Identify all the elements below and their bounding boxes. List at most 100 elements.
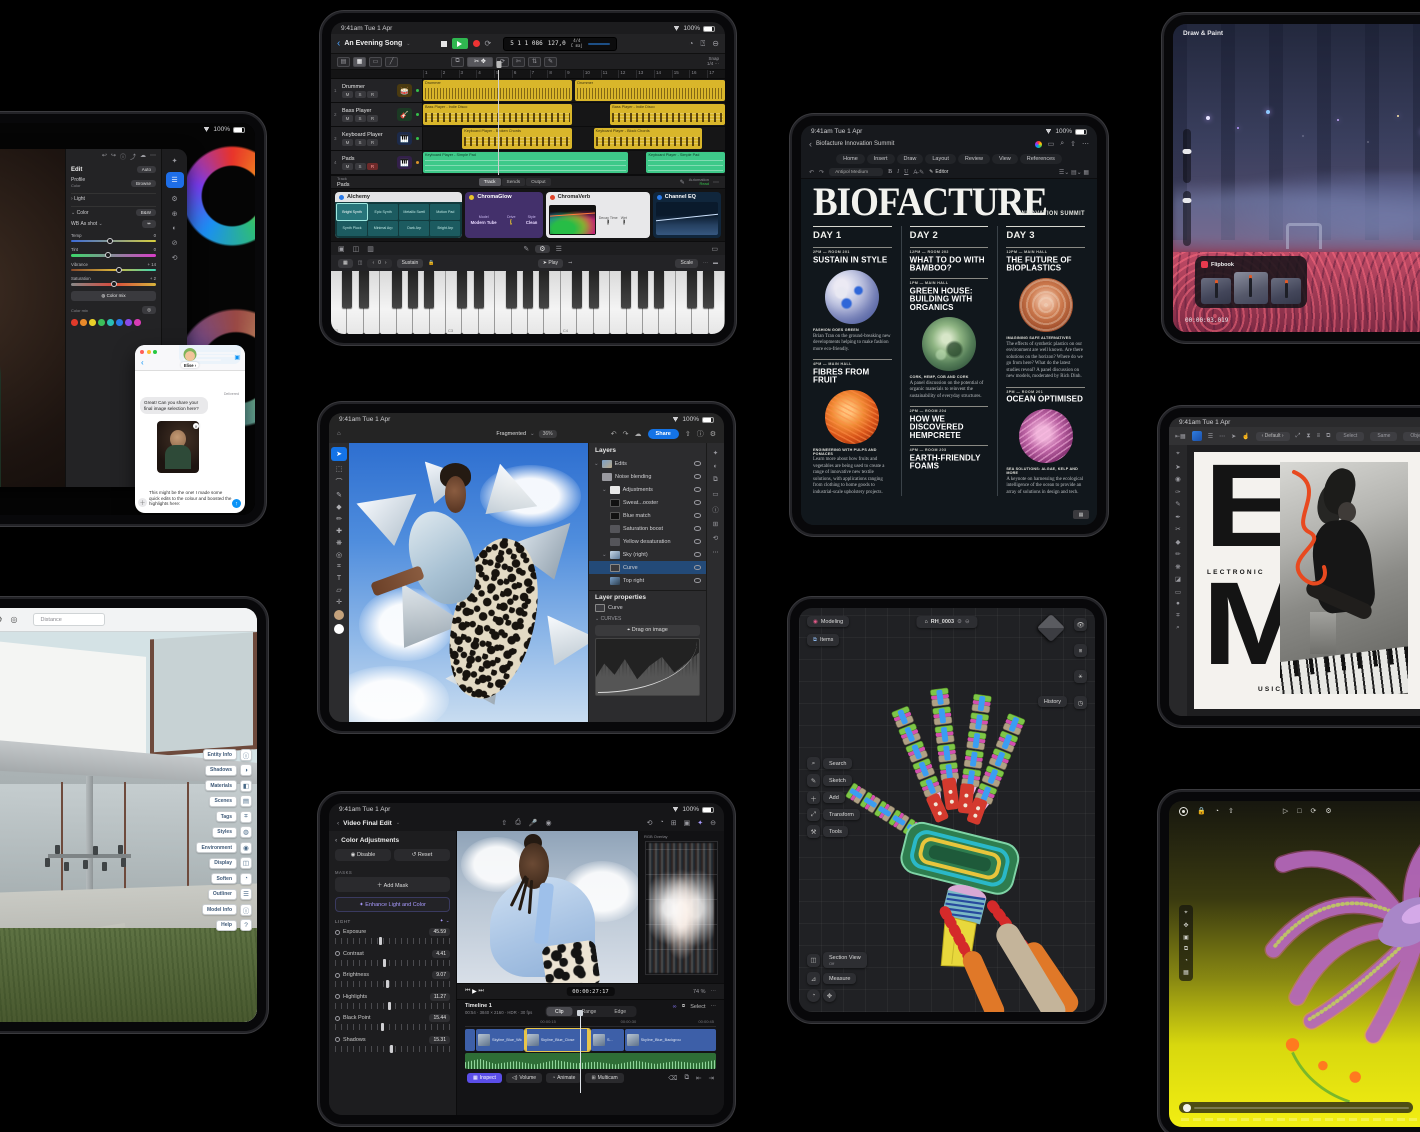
layer-visibility-icon[interactable] <box>694 526 701 531</box>
decay-knob[interactable] <box>607 219 609 225</box>
info-icon[interactable]: ⓘ <box>697 429 704 439</box>
piano-black-key[interactable] <box>408 271 418 308</box>
play-icon[interactable]: ▷ <box>1283 807 1288 815</box>
piano-black-key[interactable] <box>523 271 533 308</box>
alchemy-preset[interactable]: Metallic Swell <box>399 204 429 220</box>
project-title[interactable]: Video Final Edit <box>343 820 392 827</box>
crop-tool[interactable]: ⌗ <box>337 563 341 571</box>
pan-icon[interactable]: ✥ <box>823 989 836 1002</box>
menu-icon[interactable]: ☰ <box>1208 433 1213 440</box>
menu-icon[interactable]: ▬ <box>713 260 718 266</box>
ribbon-tab[interactable]: Home <box>836 154 865 164</box>
video-clip[interactable]: S... <box>591 1029 624 1051</box>
panel-button[interactable]: Tags ⌗ <box>216 811 252 823</box>
history-clock-icon[interactable]: ◷ <box>1074 696 1087 709</box>
share-icon[interactable]: ⇧ <box>1228 807 1234 815</box>
prev-frame-icon[interactable]: ⏮ <box>465 988 470 995</box>
lcd-display[interactable]: 5 1 1 086 127,0 4/4C maj <box>503 37 617 51</box>
transform-tool[interactable]: ⬚ <box>336 465 343 473</box>
bw-button[interactable]: B&W <box>136 209 156 216</box>
contact-name[interactable]: Elise › <box>181 362 199 368</box>
layer-row[interactable]: Yellow desaturation <box>589 535 706 548</box>
midi-region[interactable]: Keyboard Player - Block Chords <box>594 128 703 149</box>
more-icon[interactable]: ⋯ <box>711 989 717 995</box>
reset-button[interactable]: ↺ Reset <box>394 849 450 861</box>
panel-icon[interactable]: ◔ <box>240 873 252 885</box>
settings-gear-icon[interactable]: ⚙ <box>710 430 716 438</box>
temp-slider[interactable]: Temp0 <box>71 233 156 243</box>
eraser-tool[interactable]: ◪ <box>1175 575 1181 583</box>
layer-visibility-icon[interactable] <box>694 487 701 492</box>
more-icon[interactable]: ⋯ <box>703 260 708 266</box>
panel-icon[interactable]: ? <box>240 919 252 931</box>
ellipse-tool[interactable]: ◉ <box>1175 475 1181 483</box>
attached-photo-thumbnail[interactable] <box>157 421 199 473</box>
mute-button[interactable]: M <box>342 115 353 122</box>
record-enable-button[interactable]: R <box>367 91 378 98</box>
shape-tool[interactable]: ▭ <box>1175 588 1181 596</box>
back-button[interactable]: ‹ <box>337 38 340 49</box>
midi-region[interactable]: Keyboard Player - Broken Chords <box>462 128 572 149</box>
shadows-slider[interactable]: Shadows15.31 <box>335 1036 450 1052</box>
render-canvas[interactable] <box>1169 801 1420 1127</box>
panel-icon[interactable]: ⓘ <box>240 904 252 916</box>
sustain-button[interactable]: Sustain <box>397 259 424 268</box>
edit-tool-selected[interactable]: ☰ <box>166 172 184 188</box>
flipbook-frame-current[interactable] <box>1234 272 1268 304</box>
panel-button[interactable]: Help ? <box>216 919 252 931</box>
lightroom-toolbar-icons[interactable]: ↩↪ⓘ⤴☁⋯ <box>71 152 156 161</box>
saturation-slider[interactable]: Saturation+ 2 <box>71 276 156 286</box>
layer-visibility-icon[interactable] <box>694 461 701 466</box>
panel-icon[interactable]: ☰ <box>240 888 252 900</box>
lasso-tool[interactable]: ⌒ <box>336 477 343 487</box>
panel-icon[interactable]: ◑ <box>240 764 252 776</box>
loop-browser-icon[interactable]: ▥ <box>367 245 374 253</box>
healing-tool[interactable]: ✚ <box>336 527 342 535</box>
camera-icon[interactable]: ▣ <box>338 245 345 253</box>
underline-button[interactable]: U <box>904 169 908 175</box>
midi-region-pad[interactable]: Keyboard Player - Simple Pad <box>423 152 628 173</box>
comments-icon[interactable]: ▭ <box>712 490 718 498</box>
panel-back-icon[interactable]: ‹ <box>335 837 337 844</box>
panel-button[interactable]: Outliner ☰ <box>208 888 252 900</box>
select-tool[interactable]: ⌖ <box>1176 450 1180 458</box>
curves-editor[interactable] <box>595 638 700 696</box>
select-button[interactable]: Select <box>1336 432 1364 441</box>
remove-attachment-icon[interactable]: ✕ <box>193 423 199 429</box>
mute-button[interactable]: M <box>342 139 353 146</box>
automation-mode[interactable]: Read <box>699 181 709 186</box>
loop-icon[interactable]: ∞ <box>673 1004 677 1010</box>
curves-section-label[interactable]: CURVES <box>601 616 622 622</box>
grid-icon[interactable]: ▦ <box>1183 969 1189 976</box>
history-button[interactable]: History <box>1038 696 1067 707</box>
snapshot-icon[interactable]: ▣ <box>1183 934 1189 941</box>
italic-button[interactable]: I <box>897 169 899 175</box>
compose-text[interactable]: This might be the one! I made some quick… <box>149 490 233 507</box>
brush2-tool[interactable]: ✏ <box>1175 550 1180 558</box>
lock-icon[interactable]: 🔒 <box>1197 807 1206 815</box>
arrow-icon[interactable]: ➞ <box>568 260 572 266</box>
record-button[interactable] <box>473 40 480 47</box>
more-icon[interactable]: ⋯ <box>1219 433 1225 440</box>
flipbook-frame[interactable] <box>1271 278 1301 304</box>
ribbon-tab[interactable]: Insert <box>867 154 895 164</box>
back-grid-icon[interactable]: ⇤▦ <box>1175 433 1186 440</box>
midi-region-pad[interactable]: Keyboard Player - Simple Pad <box>646 152 725 173</box>
select-mode-button[interactable]: Select <box>690 1004 705 1010</box>
home-icon[interactable]: ⌂ <box>337 431 341 437</box>
stop-button[interactable] <box>441 41 447 47</box>
pencil-icon[interactable]: ✎ <box>523 245 529 253</box>
play-icon[interactable]: ▶ <box>472 988 477 995</box>
split-icon[interactable]: ◫ <box>358 260 363 266</box>
add-layer-icon[interactable]: ⊞ <box>713 520 718 528</box>
crop2-tool[interactable]: ⌗ <box>1176 612 1180 620</box>
more-icon[interactable]: ⋯ <box>711 1004 717 1010</box>
color-dot[interactable] <box>98 319 105 326</box>
panel-button[interactable]: Soften ◔ <box>211 873 252 885</box>
tint-slider[interactable]: Tint0 <box>71 247 156 257</box>
fill-tool[interactable]: ◆ <box>1176 538 1181 546</box>
disable-button[interactable]: ◉ Disable <box>335 849 391 861</box>
piano-black-key[interactable] <box>392 271 402 308</box>
document-canvas[interactable]: BIOFACTURE INNOVATION SUMMIT DAY 1 2PM —… <box>801 179 1097 525</box>
knife-tool[interactable]: ✂ <box>1175 525 1180 533</box>
